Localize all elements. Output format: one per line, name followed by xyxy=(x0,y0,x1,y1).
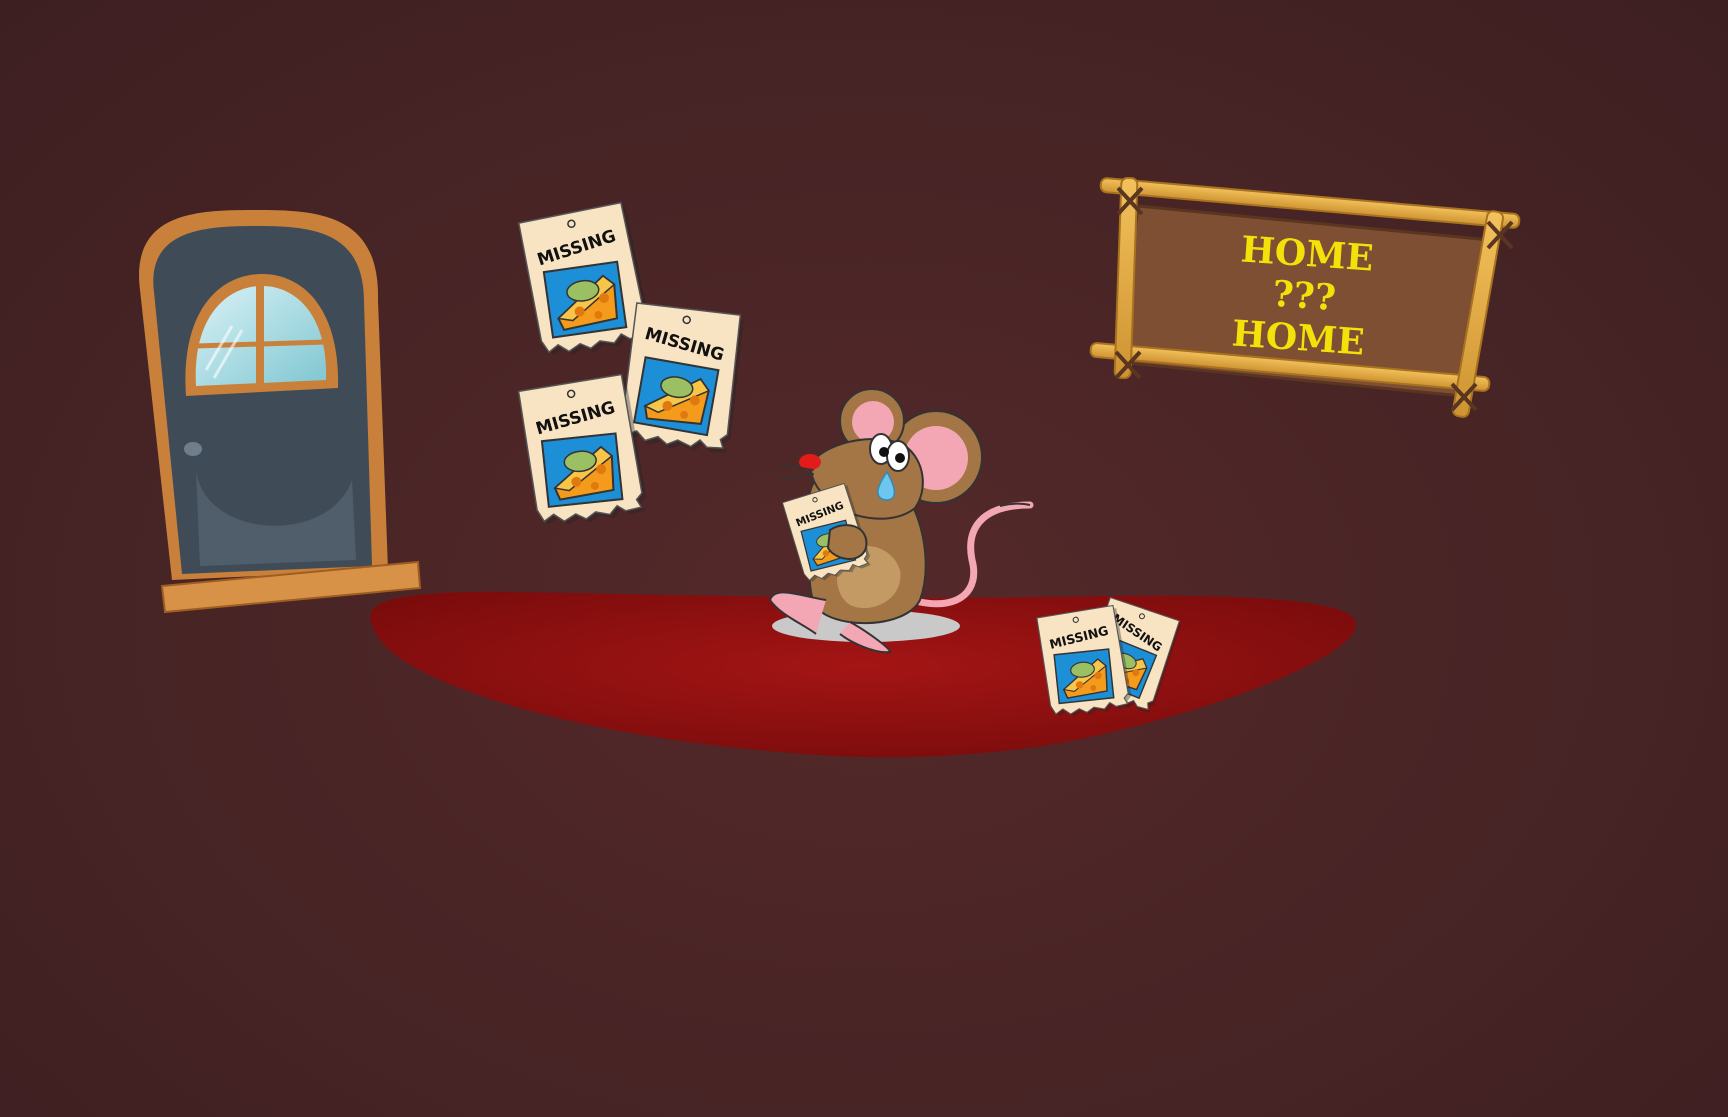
mouse-hand xyxy=(826,524,868,560)
game-scene: MISSING MISSING MISSING HOME ??? HOME MI… xyxy=(139,176,1521,758)
home-sign[interactable]: HOME ??? HOME xyxy=(1089,176,1521,418)
door[interactable] xyxy=(139,210,422,614)
floor-poster[interactable]: MISSING xyxy=(1035,603,1134,721)
mouse-tail xyxy=(916,501,1034,608)
wall-poster[interactable]: MISSING xyxy=(516,372,650,530)
sign-line-2: ??? xyxy=(1271,273,1337,319)
door-knob[interactable] xyxy=(184,442,202,456)
